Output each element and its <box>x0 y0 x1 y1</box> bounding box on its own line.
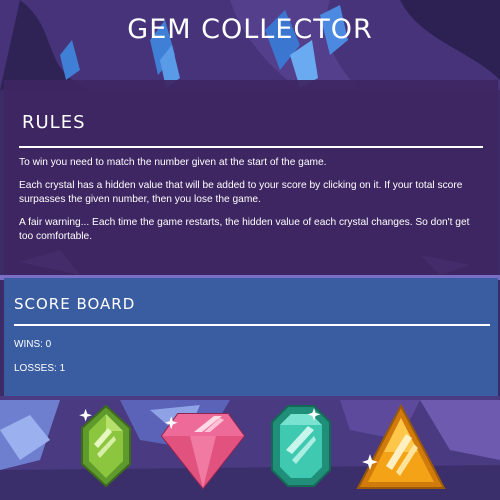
scoreboard-panel: SCORE BOARD WINS: 0 LOSSES: 1 <box>4 278 498 396</box>
rules-paragraph: Each crystal has a hidden value that wil… <box>19 179 463 206</box>
green-hexagon-gem-icon[interactable] <box>78 404 134 488</box>
rules-paragraph: To win you need to match the number give… <box>19 157 327 168</box>
teal-octagon-gem-icon[interactable] <box>270 404 332 488</box>
rules-divider <box>19 146 483 148</box>
rules-heading: RULES <box>22 112 86 133</box>
rules-paragraph: A fair warning... Each time the game res… <box>19 216 470 243</box>
wins-count: WINS: 0 <box>14 339 52 350</box>
scoreboard-heading: SCORE BOARD <box>14 295 136 313</box>
losses-count: LOSSES: 1 <box>14 363 66 374</box>
pink-diamond-gem-icon[interactable] <box>160 410 246 490</box>
rules-panel: RULES To win you need to match the numbe… <box>4 80 498 275</box>
game-title: GEM COLLECTOR <box>127 14 373 45</box>
scoreboard-divider <box>14 324 490 326</box>
orange-triangle-gem-icon[interactable] <box>356 404 446 490</box>
